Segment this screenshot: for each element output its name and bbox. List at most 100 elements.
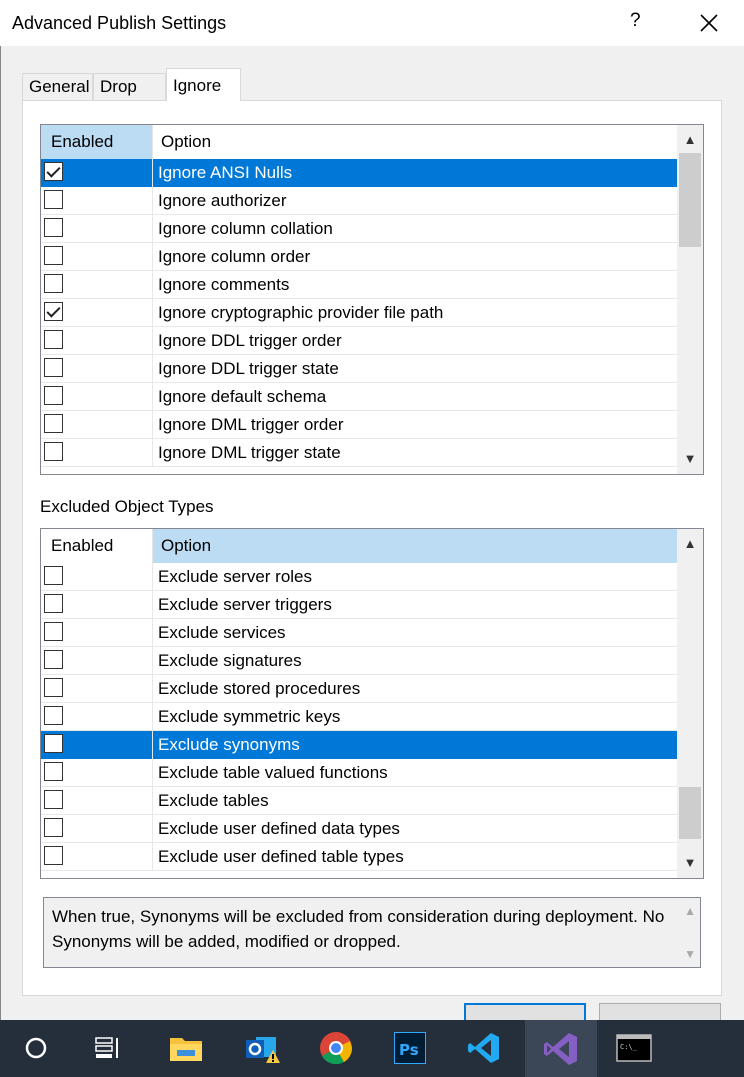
enabled-checkbox[interactable] (44, 706, 63, 725)
enabled-checkbox[interactable] (44, 246, 63, 265)
table-row[interactable]: Exclude stored procedures (41, 675, 677, 703)
scroll-down-icon[interactable]: ▼ (684, 947, 696, 961)
chrome-icon[interactable] (318, 1030, 354, 1066)
enabled-cell (41, 411, 153, 439)
scroll-down-icon[interactable]: ▼ (677, 851, 703, 875)
enabled-checkbox[interactable] (44, 358, 63, 377)
option-label: Exclude user defined data types (158, 819, 400, 838)
cortana-icon[interactable] (18, 1030, 54, 1066)
table-row[interactable]: Ignore cryptographic provider file path (41, 299, 677, 327)
enabled-checkbox[interactable] (44, 678, 63, 697)
visual-studio-icon[interactable] (525, 1020, 597, 1077)
header-option[interactable]: Option (153, 529, 677, 563)
enabled-cell (41, 327, 153, 355)
option-label: Ignore authorizer (158, 191, 287, 210)
table-row[interactable]: Exclude symmetric keys (41, 703, 677, 731)
enabled-checkbox[interactable] (44, 414, 63, 433)
table-row[interactable]: Exclude signatures (41, 647, 677, 675)
svg-text:Ps: Ps (399, 1041, 419, 1059)
task-view-icon[interactable] (90, 1030, 126, 1066)
scroll-thumb[interactable] (679, 787, 701, 839)
scroll-up-icon[interactable]: ▲ (684, 904, 696, 918)
excluded-types-grid[interactable]: Enabled Option Exclude server roles Exclu… (40, 528, 704, 879)
photoshop-icon[interactable]: Ps (392, 1030, 428, 1066)
table-row[interactable]: Exclude services (41, 619, 677, 647)
enabled-checkbox[interactable] (44, 790, 63, 809)
enabled-checkbox[interactable] (44, 818, 63, 837)
tab-ignore[interactable]: Ignore (166, 68, 241, 101)
enabled-checkbox[interactable] (44, 190, 63, 209)
scroll-up-icon[interactable]: ▲ (677, 532, 703, 556)
table-row[interactable]: Exclude server triggers (41, 591, 677, 619)
option-label: Ignore DML trigger order (158, 415, 344, 434)
table-row[interactable]: Ignore DDL trigger order (41, 327, 677, 355)
option-label: Ignore column collation (158, 219, 333, 238)
table-row[interactable]: Exclude server roles (41, 563, 677, 591)
table-row[interactable]: Ignore DML trigger state (41, 439, 677, 467)
table-row[interactable]: Ignore column collation (41, 215, 677, 243)
enabled-cell (41, 703, 153, 731)
enabled-checkbox[interactable] (44, 650, 63, 669)
enabled-checkbox[interactable] (44, 846, 63, 865)
enabled-checkbox[interactable] (44, 594, 63, 613)
header-option[interactable]: Option (153, 125, 677, 159)
option-label: Ignore comments (158, 275, 290, 294)
option-label: Exclude table valued functions (158, 763, 388, 782)
table-row[interactable]: Ignore authorizer (41, 187, 677, 215)
vertical-scrollbar[interactable]: ▲ ▼ (677, 529, 703, 878)
enabled-checkbox[interactable] (44, 442, 63, 461)
enabled-checkbox[interactable] (44, 162, 63, 181)
svg-text:C:\_: C:\_ (620, 1043, 638, 1051)
tab-drop[interactable]: Drop (93, 73, 166, 100)
option-label: Ignore DDL trigger state (158, 359, 339, 378)
scroll-up-icon[interactable]: ▲ (677, 128, 703, 152)
enabled-checkbox[interactable] (44, 762, 63, 781)
tab-general[interactable]: General (22, 73, 93, 100)
enabled-cell (41, 731, 153, 759)
option-label: Exclude server roles (158, 567, 313, 586)
option-label: Ignore cryptographic provider file path (158, 303, 444, 322)
enabled-checkbox[interactable] (44, 622, 63, 641)
option-label: Exclude synonyms (153, 731, 677, 759)
enabled-cell (41, 843, 153, 871)
enabled-checkbox[interactable] (44, 302, 63, 321)
enabled-checkbox[interactable] (44, 274, 63, 293)
option-label: Exclude services (158, 623, 286, 642)
vscode-icon[interactable] (466, 1030, 502, 1066)
header-enabled[interactable]: Enabled (41, 529, 153, 563)
outlook-icon[interactable] (244, 1030, 280, 1066)
header-enabled[interactable]: Enabled (41, 125, 153, 159)
close-icon[interactable] (698, 12, 720, 34)
table-row[interactable]: Exclude tables (41, 787, 677, 815)
scroll-thumb[interactable] (679, 153, 701, 247)
enabled-checkbox[interactable] (44, 566, 63, 585)
option-label: Ignore DDL trigger order (158, 331, 342, 350)
file-explorer-icon[interactable] (168, 1030, 204, 1066)
table-row[interactable]: Ignore ANSI Nulls (41, 159, 677, 187)
table-row[interactable]: Ignore DML trigger order (41, 411, 677, 439)
vertical-scrollbar[interactable]: ▲ ▼ (677, 125, 703, 474)
option-label: Exclude user defined table types (158, 847, 404, 866)
help-button[interactable]: ? (630, 10, 641, 32)
ignore-options-grid[interactable]: Enabled Option Ignore ANSI Nulls Ignore a… (40, 124, 704, 475)
option-label: Exclude symmetric keys (158, 707, 341, 726)
table-row[interactable]: Exclude user defined table types (41, 843, 677, 871)
enabled-cell (41, 187, 153, 215)
table-row[interactable]: Ignore DDL trigger state (41, 355, 677, 383)
table-row[interactable]: Ignore default schema (41, 383, 677, 411)
enabled-checkbox[interactable] (44, 734, 63, 753)
table-row[interactable]: Ignore comments (41, 271, 677, 299)
table-row[interactable]: Ignore column order (41, 243, 677, 271)
scroll-down-icon[interactable]: ▼ (677, 447, 703, 471)
table-row[interactable]: Exclude synonyms (41, 731, 677, 759)
title-bar: Advanced Publish Settings ? (0, 0, 744, 46)
enabled-checkbox[interactable] (44, 330, 63, 349)
enabled-checkbox[interactable] (44, 218, 63, 237)
option-label: Ignore DML trigger state (158, 443, 341, 462)
enabled-checkbox[interactable] (44, 386, 63, 405)
enabled-cell (41, 647, 153, 675)
table-row[interactable]: Exclude table valued functions (41, 759, 677, 787)
enabled-cell (41, 563, 153, 591)
table-row[interactable]: Exclude user defined data types (41, 815, 677, 843)
command-prompt-icon[interactable]: C:\_ (616, 1030, 652, 1066)
